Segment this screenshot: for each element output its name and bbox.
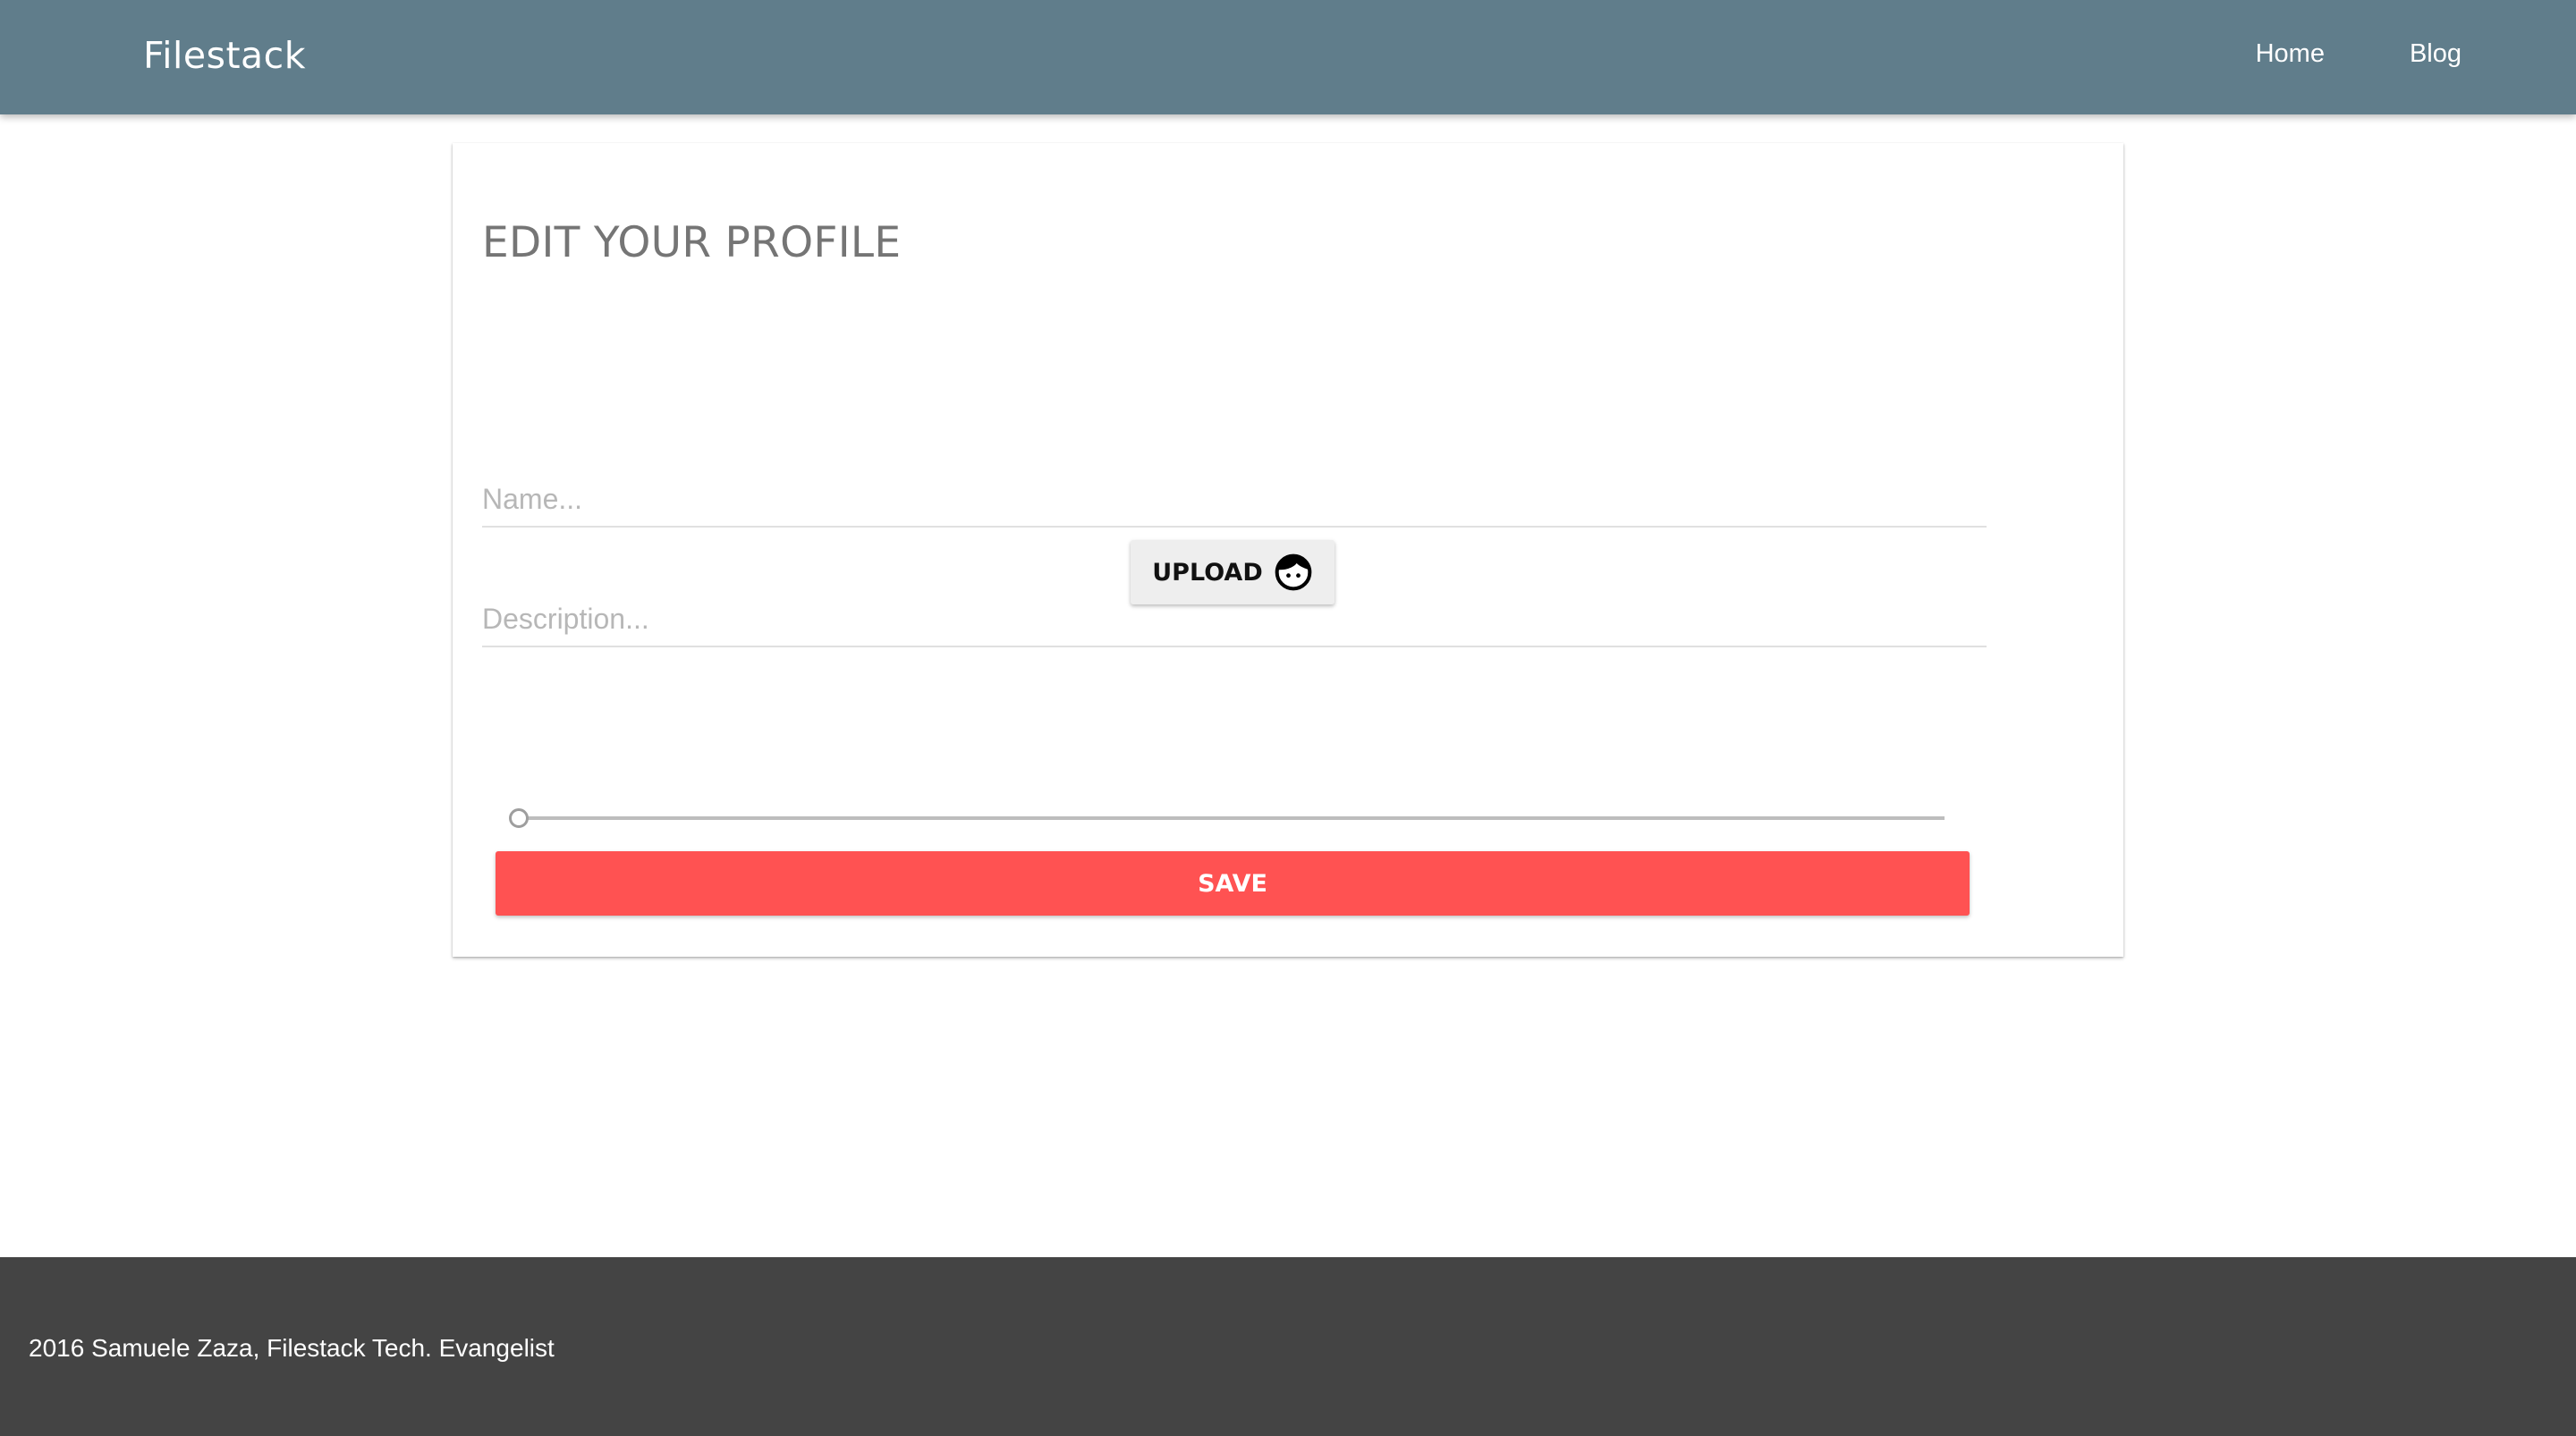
save-button[interactable]: SAVE [496,851,1970,916]
edit-profile-card: EDIT YOUR PROFILE UPLOAD SAVE [453,143,2123,957]
page-title: EDIT YOUR PROFILE [482,218,902,267]
nav-link-blog[interactable]: Blog [2410,39,2462,69]
brand-link[interactable]: Filestack [143,34,306,77]
slider-thumb[interactable] [509,808,529,828]
name-input[interactable] [482,477,1987,528]
description-input[interactable] [482,597,1987,647]
face-icon [1275,553,1312,591]
nav-links: Home Blog [2256,39,2462,69]
upload-button-label: UPLOAD [1152,558,1263,587]
nav-link-home[interactable]: Home [2256,39,2325,69]
slider-track [519,816,1945,820]
footer-text: 2016 Samuele Zaza, Filestack Tech. Evang… [29,1334,555,1362]
zoom-slider[interactable] [509,805,1945,832]
page-footer: 2016 Samuele Zaza, Filestack Tech. Evang… [0,1257,2576,1436]
top-navbar: Filestack Home Blog [0,0,2576,114]
upload-button[interactable]: UPLOAD [1131,540,1335,604]
